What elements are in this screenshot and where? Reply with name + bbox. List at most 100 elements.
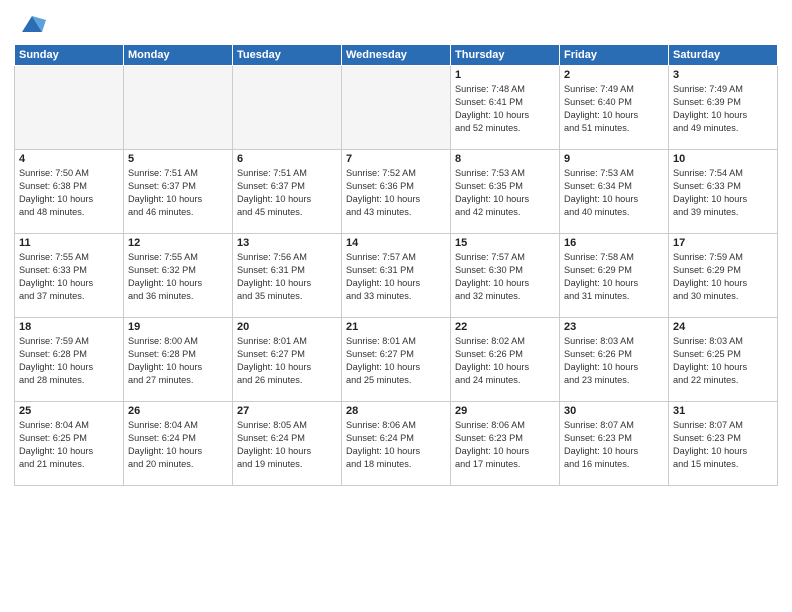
weekday-header-thursday: Thursday	[451, 45, 560, 66]
day-number: 24	[673, 321, 773, 333]
day-info: Sunrise: 8:01 AM Sunset: 6:27 PM Dayligh…	[237, 335, 337, 387]
day-cell: 14Sunrise: 7:57 AM Sunset: 6:31 PM Dayli…	[342, 234, 451, 318]
day-info: Sunrise: 7:51 AM Sunset: 6:37 PM Dayligh…	[128, 167, 228, 219]
day-cell: 30 Sunrise: 8:07 AM Sunset: 6:23 PM Dayli…	[560, 402, 669, 486]
day-cell: 11 Sunrise: 7:55 AM Sunset: 6:33 PM Dayli…	[15, 234, 124, 318]
day-cell: 24 Sunrise: 8:03 AM Sunset: 6:25 PM Dayli…	[669, 318, 778, 402]
day-number: 9	[564, 153, 664, 165]
day-cell: 16 Sunrise: 7:58 AM Sunset: 6:29 PM Dayli…	[560, 234, 669, 318]
day-info: Sunrise: 7:52 AM Sunset: 6:36 PM Dayligh…	[346, 167, 446, 219]
day-number: 1	[455, 69, 555, 81]
day-number: 12	[128, 237, 228, 249]
day-info: Sunrise: 7:57 AM Sunset: 6:30 PM Dayligh…	[455, 251, 555, 303]
day-cell: 12 Sunrise: 7:55 AM Sunset: 6:32 PM Dayli…	[124, 234, 233, 318]
day-info: Sunrise: 8:01 AM Sunset: 6:27 PM Dayligh…	[346, 335, 446, 387]
day-info: Sunrise: 8:03 AM Sunset: 6:25 PM Dayligh…	[673, 335, 773, 387]
day-info: Sunrise: 7:50 AM Sunset: 6:38 PM Dayligh…	[19, 167, 119, 219]
logo	[14, 10, 46, 38]
day-info: Sunrise: 7:58 AM Sunset: 6:29 PM Dayligh…	[564, 251, 664, 303]
weekday-header-monday: Monday	[124, 45, 233, 66]
day-cell: 3Sunrise: 7:49 AM Sunset: 6:39 PM Daylig…	[669, 66, 778, 150]
day-info: Sunrise: 8:05 AM Sunset: 6:24 PM Dayligh…	[237, 419, 337, 471]
day-number: 21	[346, 321, 446, 333]
day-number: 30	[564, 405, 664, 417]
day-number: 20	[237, 321, 337, 333]
day-number: 16	[564, 237, 664, 249]
day-cell: 9 Sunrise: 7:53 AM Sunset: 6:34 PM Daylig…	[560, 150, 669, 234]
day-number: 19	[128, 321, 228, 333]
day-info: Sunrise: 7:49 AM Sunset: 6:39 PM Dayligh…	[673, 83, 773, 135]
day-cell: 18 Sunrise: 7:59 AM Sunset: 6:28 PM Dayli…	[15, 318, 124, 402]
day-info: Sunrise: 7:56 AM Sunset: 6:31 PM Dayligh…	[237, 251, 337, 303]
day-cell: 5 Sunrise: 7:51 AM Sunset: 6:37 PM Daylig…	[124, 150, 233, 234]
day-info: Sunrise: 8:07 AM Sunset: 6:23 PM Dayligh…	[564, 419, 664, 471]
day-cell: 15Sunrise: 7:57 AM Sunset: 6:30 PM Dayli…	[451, 234, 560, 318]
day-number: 29	[455, 405, 555, 417]
day-number: 28	[346, 405, 446, 417]
day-cell: 26 Sunrise: 8:04 AM Sunset: 6:24 PM Dayli…	[124, 402, 233, 486]
day-number: 11	[19, 237, 119, 249]
day-cell: 28 Sunrise: 8:06 AM Sunset: 6:24 PM Dayli…	[342, 402, 451, 486]
weekday-header-wednesday: Wednesday	[342, 45, 451, 66]
week-row-2: 4 Sunrise: 7:50 AM Sunset: 6:38 PM Daylig…	[15, 150, 778, 234]
day-cell: 27 Sunrise: 8:05 AM Sunset: 6:24 PM Dayli…	[233, 402, 342, 486]
day-number: 10	[673, 153, 773, 165]
day-info: Sunrise: 8:06 AM Sunset: 6:24 PM Dayligh…	[346, 419, 446, 471]
day-cell: 1 Sunrise: 7:48 AM Sunset: 6:41 PM Daylig…	[451, 66, 560, 150]
day-number: 13	[237, 237, 337, 249]
page-container: SundayMondayTuesdayWednesdayThursdayFrid…	[0, 0, 792, 492]
day-info: Sunrise: 8:07 AM Sunset: 6:23 PM Dayligh…	[673, 419, 773, 471]
day-number: 27	[237, 405, 337, 417]
day-info: Sunrise: 7:53 AM Sunset: 6:35 PM Dayligh…	[455, 167, 555, 219]
day-number: 17	[673, 237, 773, 249]
day-info: Sunrise: 8:06 AM Sunset: 6:23 PM Dayligh…	[455, 419, 555, 471]
day-number: 5	[128, 153, 228, 165]
day-cell: 13 Sunrise: 7:56 AM Sunset: 6:31 PM Dayli…	[233, 234, 342, 318]
day-info: Sunrise: 7:59 AM Sunset: 6:29 PM Dayligh…	[673, 251, 773, 303]
day-info: Sunrise: 8:00 AM Sunset: 6:28 PM Dayligh…	[128, 335, 228, 387]
day-number: 31	[673, 405, 773, 417]
day-cell: 8 Sunrise: 7:53 AM Sunset: 6:35 PM Daylig…	[451, 150, 560, 234]
day-cell: 22Sunrise: 8:02 AM Sunset: 6:26 PM Dayli…	[451, 318, 560, 402]
day-cell: 21 Sunrise: 8:01 AM Sunset: 6:27 PM Dayli…	[342, 318, 451, 402]
day-info: Sunrise: 8:02 AM Sunset: 6:26 PM Dayligh…	[455, 335, 555, 387]
day-cell: 23Sunrise: 8:03 AM Sunset: 6:26 PM Dayli…	[560, 318, 669, 402]
logo-icon	[18, 10, 46, 38]
day-info: Sunrise: 7:55 AM Sunset: 6:32 PM Dayligh…	[128, 251, 228, 303]
day-number: 6	[237, 153, 337, 165]
day-info: Sunrise: 7:49 AM Sunset: 6:40 PM Dayligh…	[564, 83, 664, 135]
day-info: Sunrise: 8:04 AM Sunset: 6:24 PM Dayligh…	[128, 419, 228, 471]
day-cell: 29 Sunrise: 8:06 AM Sunset: 6:23 PM Dayli…	[451, 402, 560, 486]
day-cell	[342, 66, 451, 150]
day-info: Sunrise: 7:48 AM Sunset: 6:41 PM Dayligh…	[455, 83, 555, 135]
day-number: 8	[455, 153, 555, 165]
day-number: 25	[19, 405, 119, 417]
day-number: 7	[346, 153, 446, 165]
day-number: 14	[346, 237, 446, 249]
day-cell: 4 Sunrise: 7:50 AM Sunset: 6:38 PM Daylig…	[15, 150, 124, 234]
day-cell: 31 Sunrise: 8:07 AM Sunset: 6:23 PM Dayli…	[669, 402, 778, 486]
weekday-header-sunday: Sunday	[15, 45, 124, 66]
day-number: 26	[128, 405, 228, 417]
day-cell: 20 Sunrise: 8:01 AM Sunset: 6:27 PM Dayli…	[233, 318, 342, 402]
day-cell: 2 Sunrise: 7:49 AM Sunset: 6:40 PM Daylig…	[560, 66, 669, 150]
day-cell: 6 Sunrise: 7:51 AM Sunset: 6:37 PM Daylig…	[233, 150, 342, 234]
day-number: 23	[564, 321, 664, 333]
day-number: 4	[19, 153, 119, 165]
day-cell: 25 Sunrise: 8:04 AM Sunset: 6:25 PM Dayli…	[15, 402, 124, 486]
day-cell	[15, 66, 124, 150]
day-number: 2	[564, 69, 664, 81]
week-row-4: 18 Sunrise: 7:59 AM Sunset: 6:28 PM Dayli…	[15, 318, 778, 402]
weekday-header-tuesday: Tuesday	[233, 45, 342, 66]
day-info: Sunrise: 7:59 AM Sunset: 6:28 PM Dayligh…	[19, 335, 119, 387]
day-info: Sunrise: 7:51 AM Sunset: 6:37 PM Dayligh…	[237, 167, 337, 219]
day-cell: 10Sunrise: 7:54 AM Sunset: 6:33 PM Dayli…	[669, 150, 778, 234]
day-info: Sunrise: 7:53 AM Sunset: 6:34 PM Dayligh…	[564, 167, 664, 219]
header	[14, 10, 778, 38]
week-row-1: 1 Sunrise: 7:48 AM Sunset: 6:41 PM Daylig…	[15, 66, 778, 150]
day-info: Sunrise: 8:04 AM Sunset: 6:25 PM Dayligh…	[19, 419, 119, 471]
day-info: Sunrise: 7:55 AM Sunset: 6:33 PM Dayligh…	[19, 251, 119, 303]
day-cell: 19 Sunrise: 8:00 AM Sunset: 6:28 PM Dayli…	[124, 318, 233, 402]
day-number: 18	[19, 321, 119, 333]
day-cell: 17 Sunrise: 7:59 AM Sunset: 6:29 PM Dayli…	[669, 234, 778, 318]
